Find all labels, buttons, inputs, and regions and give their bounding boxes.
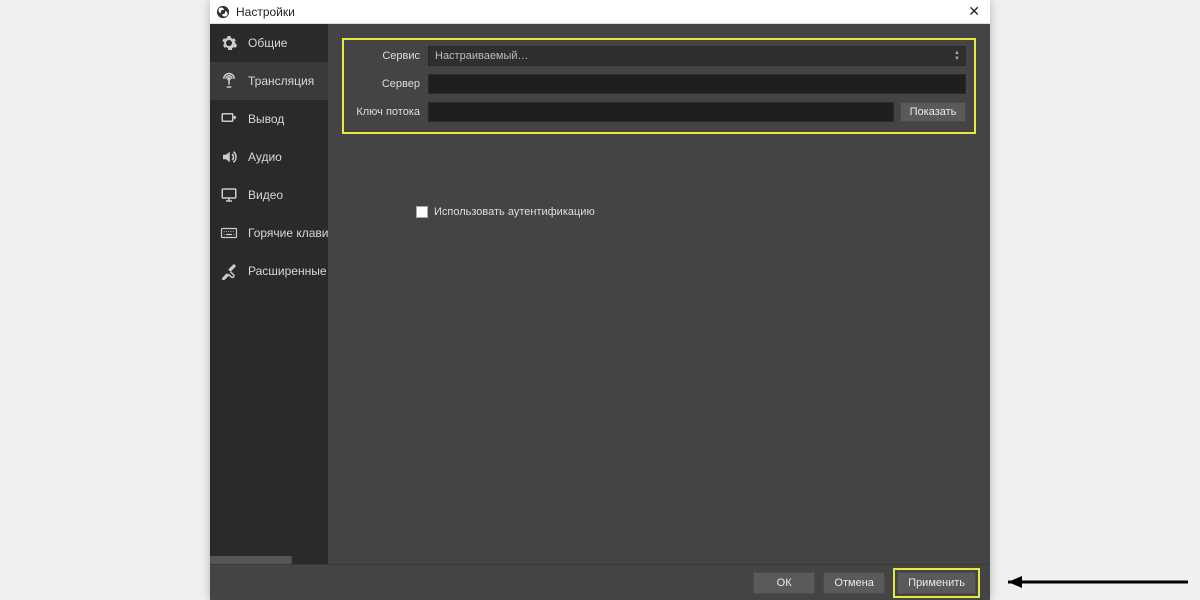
apply-button[interactable]: Применить: [897, 572, 976, 594]
sidebar-item-stream[interactable]: Трансляция: [210, 62, 328, 100]
titlebar: Настройки ✕: [210, 0, 990, 24]
sidebar: Общие Трансляция Вывод Аудио: [210, 24, 328, 564]
service-value: Настраиваемый…: [435, 50, 529, 62]
cancel-button[interactable]: Отмена: [823, 572, 885, 594]
sidebar-item-label: Общие: [248, 36, 287, 50]
sidebar-item-label: Вывод: [248, 112, 284, 126]
ok-button[interactable]: ОК: [753, 572, 815, 594]
spinner-icon: ▲▼: [951, 49, 963, 63]
sidebar-item-hotkeys[interactable]: Горячие клавиши: [210, 214, 328, 252]
annotation-arrow-icon: [998, 572, 1198, 592]
sidebar-item-label: Горячие клавиши: [248, 226, 328, 240]
auth-label: Использовать аутентификацию: [434, 206, 595, 218]
sidebar-scrollbar[interactable]: [210, 556, 328, 564]
service-label: Сервис: [352, 50, 420, 62]
gear-icon: [218, 34, 240, 52]
app-icon: [216, 5, 230, 19]
streamkey-input[interactable]: [428, 102, 894, 122]
sidebar-item-audio[interactable]: Аудио: [210, 138, 328, 176]
server-label: Сервер: [352, 78, 420, 90]
auth-row: Использовать аутентификацию: [416, 206, 976, 218]
sidebar-item-advanced[interactable]: Расширенные: [210, 252, 328, 290]
scrollbar-thumb[interactable]: [210, 556, 292, 564]
sidebar-item-label: Трансляция: [248, 74, 314, 88]
close-button[interactable]: ✕: [964, 3, 984, 20]
speaker-icon: [218, 148, 240, 166]
sidebar-item-video[interactable]: Видео: [210, 176, 328, 214]
monitor-icon: [218, 186, 240, 204]
streamkey-label: Ключ потока: [352, 106, 420, 118]
keyboard-icon: [218, 224, 240, 242]
tools-icon: [218, 262, 240, 280]
sidebar-item-label: Расширенные: [248, 264, 327, 278]
window-body: Общие Трансляция Вывод Аудио: [210, 24, 990, 564]
window-title: Настройки: [236, 5, 964, 19]
apply-highlight: Применить: [893, 568, 980, 598]
sidebar-item-general[interactable]: Общие: [210, 24, 328, 62]
antenna-icon: [218, 72, 240, 90]
sidebar-item-label: Аудио: [248, 150, 282, 164]
main-panel: Сервис Настраиваемый… ▲▼ Сервер Ключ пот…: [328, 24, 990, 564]
auth-checkbox[interactable]: [416, 206, 428, 218]
settings-window: Настройки ✕ Общие Трансляция: [210, 0, 990, 600]
sidebar-item-output[interactable]: Вывод: [210, 100, 328, 138]
service-select[interactable]: Настраиваемый… ▲▼: [428, 46, 966, 66]
dialog-footer: ОК Отмена Применить: [210, 564, 990, 600]
output-icon: [218, 110, 240, 128]
stream-settings-highlight: Сервис Настраиваемый… ▲▼ Сервер Ключ пот…: [342, 38, 976, 134]
show-key-button[interactable]: Показать: [900, 102, 966, 122]
server-input[interactable]: [428, 74, 966, 94]
sidebar-item-label: Видео: [248, 188, 283, 202]
